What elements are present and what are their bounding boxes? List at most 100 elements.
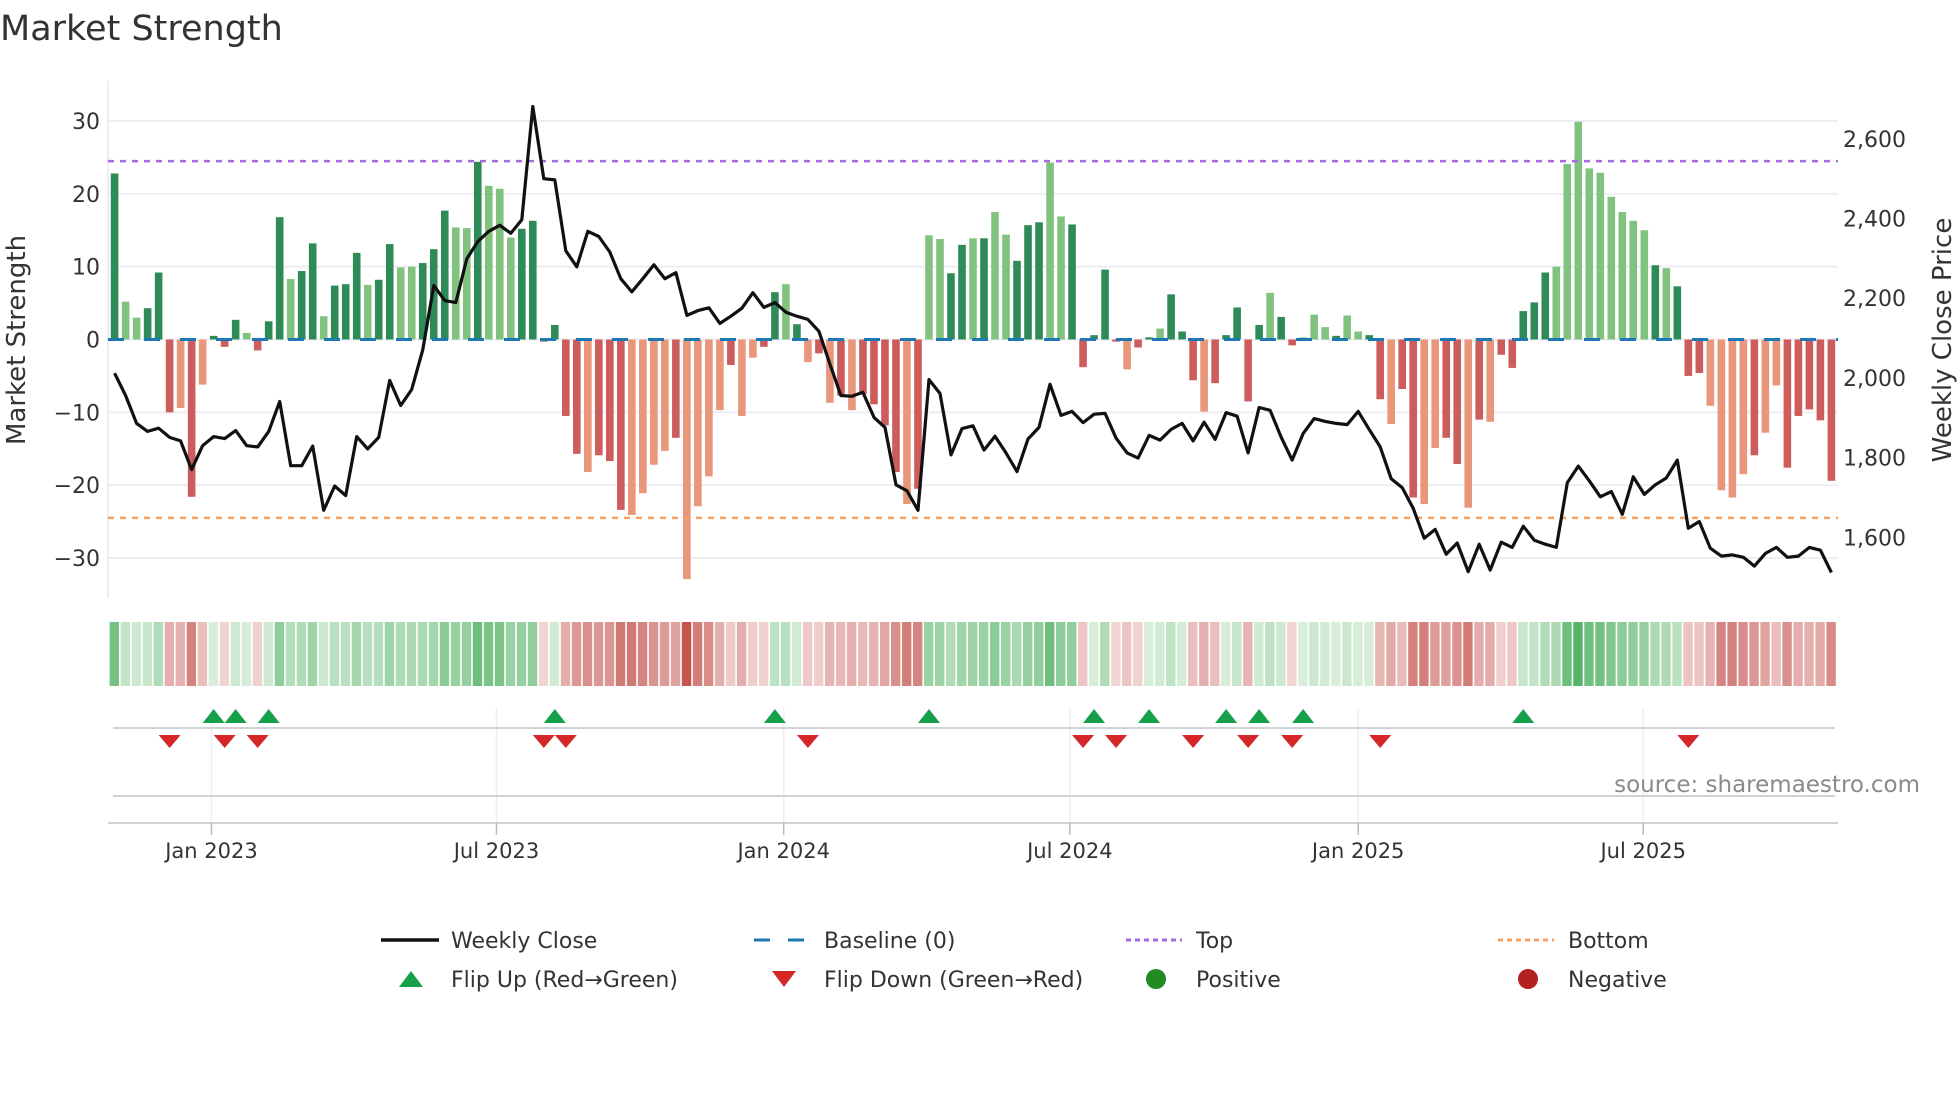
strip-cell — [868, 622, 879, 686]
strip-cell — [1452, 622, 1462, 686]
strength-bar — [176, 339, 185, 408]
strip-cell — [1364, 622, 1374, 686]
strength-bar — [1420, 339, 1429, 505]
strip-cell — [1265, 622, 1275, 686]
x-tick-label: Jan 2025 — [1310, 839, 1405, 863]
strip-cell — [1617, 622, 1627, 686]
strip-cell — [538, 622, 549, 686]
flip-down-marker — [1281, 735, 1304, 748]
strength-bar — [1541, 272, 1550, 340]
strip-cell — [1034, 622, 1044, 686]
strip-cell — [1595, 622, 1605, 686]
strip-cell — [890, 622, 901, 686]
strip-cell — [1320, 622, 1330, 686]
strength-bar — [903, 339, 911, 505]
strength-bar — [1585, 168, 1594, 340]
strength-bar — [1508, 339, 1517, 368]
strength-bar — [859, 339, 867, 395]
strength-bar — [1145, 337, 1153, 340]
strength-bar — [1739, 339, 1748, 475]
strength-bar — [661, 339, 669, 451]
strip-cell — [472, 622, 483, 686]
market-strength-chart: Market Strength 30 20 10 0 −10 −20 −30 2,600 2,4… — [0, 9, 1958, 993]
flip-down-marker — [796, 735, 819, 748]
heat-strip — [109, 622, 1836, 686]
strip-cell — [780, 622, 791, 686]
strength-bar — [980, 238, 988, 340]
strength-bar — [1266, 292, 1274, 340]
strip-cell — [1298, 622, 1308, 686]
strip-cell — [252, 622, 263, 686]
strip-cell — [131, 622, 142, 686]
strip-cell — [714, 622, 725, 686]
strip-cell — [879, 622, 890, 686]
strip-cell — [692, 622, 703, 686]
strip-cell — [1419, 622, 1429, 686]
strength-bar — [1046, 162, 1054, 340]
strip-cell — [571, 622, 582, 686]
strength-bar — [1354, 331, 1362, 340]
strength-bar — [352, 252, 361, 340]
strip-cell — [769, 622, 780, 686]
legend-label: Negative — [1568, 968, 1667, 993]
strip-cell — [1122, 622, 1132, 686]
strip-cell — [758, 622, 769, 686]
strip-cell — [813, 622, 824, 686]
flip-down-marker — [554, 735, 577, 748]
strip-cell — [1661, 622, 1671, 686]
strip-cell — [362, 622, 373, 686]
y2-tick-label: 2,400 — [1843, 208, 1906, 233]
strip-cell — [109, 622, 120, 686]
flip-down-marker — [1072, 735, 1095, 748]
strip-cell — [307, 622, 318, 686]
strip-cell — [934, 622, 945, 686]
strength-bar — [1552, 266, 1561, 340]
strip-cell — [142, 622, 153, 686]
strength-bar — [1277, 316, 1285, 340]
strength-bar — [1651, 265, 1660, 340]
strength-bar — [1057, 216, 1065, 340]
strip-cell — [1463, 622, 1473, 686]
strip-cell — [1628, 622, 1638, 686]
strip-cell — [1254, 622, 1264, 686]
chart-title: Market Strength — [0, 9, 283, 49]
strip-cell — [1474, 622, 1484, 686]
legend-item: Positive — [1146, 968, 1281, 993]
strip-cell — [736, 622, 747, 686]
strip-cell — [1199, 622, 1209, 686]
strength-bar — [1596, 172, 1605, 340]
strength-bar — [1134, 339, 1142, 348]
strength-bar — [991, 212, 999, 340]
strip-cell — [1551, 622, 1561, 686]
strength-bar — [1101, 269, 1109, 340]
strip-cell — [1584, 622, 1594, 686]
strip-cell — [1023, 622, 1033, 686]
strip-cell — [1375, 622, 1385, 686]
strip-cell — [1408, 622, 1418, 686]
flip-down-marker — [158, 735, 181, 748]
y-tick-label: −10 — [54, 401, 100, 426]
strength-bar — [1684, 339, 1693, 376]
strip-cell — [1067, 622, 1077, 686]
strip-cell — [1793, 622, 1803, 686]
strip-cell — [461, 622, 472, 686]
strip-cell — [670, 622, 681, 686]
strength-bar — [154, 272, 163, 340]
strength-bar — [628, 339, 636, 515]
strength-bar — [517, 228, 526, 340]
strength-bar — [1398, 339, 1406, 390]
strip-cell — [1001, 622, 1011, 686]
strip-cell — [1056, 622, 1066, 686]
strip-cell — [1716, 622, 1726, 686]
strength-bar — [1178, 331, 1186, 340]
strip-cell — [1826, 622, 1836, 686]
strip-cell — [824, 622, 835, 686]
strip-cell — [1606, 622, 1616, 686]
y-tick-label: 20 — [72, 183, 100, 208]
strength-bar — [1673, 286, 1682, 340]
strip-cell — [560, 622, 571, 686]
strip-cell — [1144, 622, 1154, 686]
flip-down-marker — [1369, 735, 1392, 748]
strength-bar — [1728, 339, 1737, 498]
legend-item: Weekly Close — [381, 929, 597, 954]
